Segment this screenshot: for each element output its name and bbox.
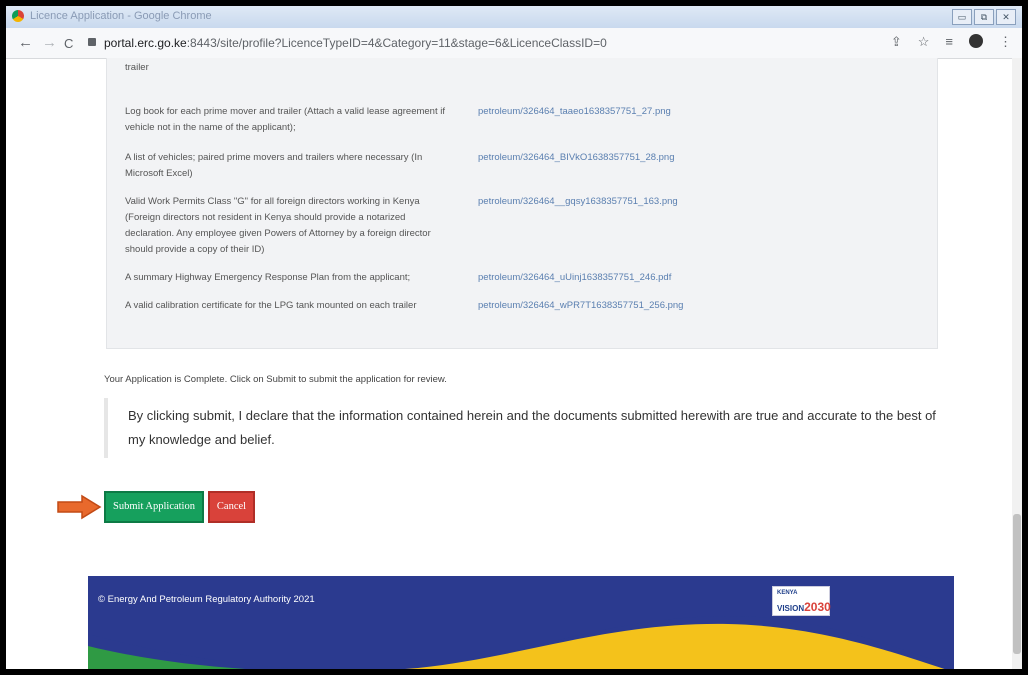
- document-link[interactable]: petroleum/326464_taaeo1638357751_27.png: [478, 104, 671, 120]
- reload-button[interactable]: C: [64, 36, 73, 51]
- lock-icon: [88, 38, 96, 46]
- chrome-logo-icon: [12, 10, 24, 22]
- submit-application-button[interactable]: Submit Application: [104, 491, 204, 523]
- footer-copyright: © Energy And Petroleum Regulatory Author…: [98, 594, 315, 605]
- bookmark-star-icon[interactable]: ☆: [918, 34, 930, 50]
- minimize-button[interactable]: ▭: [952, 9, 972, 25]
- window-title: Licence Application - Google Chrome: [30, 10, 212, 22]
- scrollbar-thumb[interactable]: [1013, 514, 1021, 654]
- page-footer: © Energy And Petroleum Regulatory Author…: [88, 576, 954, 669]
- browser-window: Licence Application - Google Chrome ▭ ⧉ …: [0, 0, 1028, 675]
- document-link[interactable]: petroleum/326464_wPR7T1638357751_256.png: [478, 298, 683, 314]
- reading-list-icon[interactable]: ≡: [945, 34, 953, 50]
- profile-avatar[interactable]: [969, 34, 983, 48]
- page-scrollbar[interactable]: [1012, 58, 1022, 669]
- document-link[interactable]: petroleum/326464_uUinj1638357751_246.pdf: [478, 270, 671, 286]
- documents-panel: trailer Log book for each prime mover an…: [106, 58, 938, 349]
- share-icon[interactable]: ⇪: [891, 34, 902, 50]
- kenya-vision-2030-logo: KENYA VISION2030: [772, 586, 831, 616]
- cancel-button[interactable]: Cancel: [208, 491, 255, 523]
- maximize-button[interactable]: ⧉: [974, 9, 994, 25]
- back-button[interactable]: ←: [18, 34, 33, 51]
- address-bar: ← → C portal.erc.go.ke:8443/site/profile…: [6, 28, 1022, 59]
- url-field[interactable]: portal.erc.go.ke:8443/site/profile?Licen…: [88, 32, 908, 54]
- declaration-text: By clicking submit, I declare that the i…: [104, 398, 948, 458]
- completion-message: Your Application is Complete. Click on S…: [104, 374, 447, 385]
- arrow-pointer-icon: [57, 494, 102, 520]
- forward-button[interactable]: →: [42, 34, 57, 51]
- menu-icon[interactable]: ⋮: [999, 34, 1012, 50]
- document-link[interactable]: petroleum/326464_BIVkO1638357751_28.png: [478, 150, 675, 166]
- window-titlebar: Licence Application - Google Chrome ▭ ⧉ …: [6, 6, 1022, 28]
- close-button[interactable]: ✕: [996, 9, 1016, 25]
- document-link[interactable]: petroleum/326464__gqsy1638357751_163.png: [478, 194, 678, 210]
